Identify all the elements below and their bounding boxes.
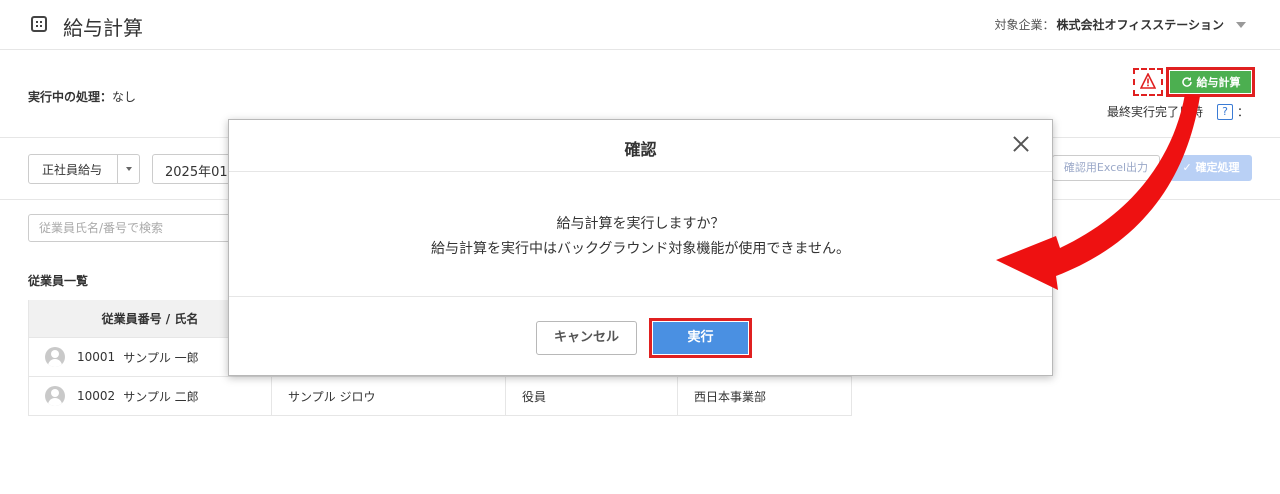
employee-name: サンプル 二郎 [123, 389, 199, 404]
employee-cell: 10002 サンプル 二郎 [28, 377, 271, 415]
employee-number: 10002 [77, 389, 116, 403]
company-selector[interactable]: 対象企業： 株式会社オフィスステーション [994, 16, 1246, 33]
employment-type-value: 正社員給与 [42, 162, 103, 177]
dialog-message-line2: 給与計算を実行中はバックグラウンド対象機能が使用できません。 [430, 241, 851, 257]
chevron-down-icon [1236, 21, 1246, 28]
employee-number: 10001 [77, 350, 116, 364]
last-run-colon: ： [1237, 105, 1250, 119]
divider [229, 296, 1052, 297]
employee-name: サンプル 一郎 [123, 350, 199, 365]
running-process-status: 実行中の処理：なし [28, 88, 136, 105]
employee-list-title: 従業員一覧 [28, 274, 89, 288]
page: 給与計算 対象企業： 株式会社オフィスステーション 実行中の処理：なし 給与計算… [0, 0, 1280, 494]
chevron-down-icon [117, 155, 139, 183]
dialog-title: 確認 [624, 140, 657, 159]
company-name: 株式会社オフィスステーション [1056, 18, 1224, 32]
dialog-message: 給与計算を実行しますか？ 給与計算を実行中はバックグラウンド対象機能が使用できま… [229, 212, 1052, 262]
confirm-dialog: 確認 給与計算を実行しますか？ 給与計算を実行中はバックグラウンド対象機能が使用… [228, 119, 1053, 376]
annotation-arrow [996, 94, 1200, 290]
avatar-icon [45, 347, 65, 367]
running-process-value: なし [112, 90, 137, 104]
page-title: 給与計算 [63, 16, 143, 40]
help-icon[interactable]: ? [1217, 103, 1234, 120]
cancel-button[interactable]: キャンセル [536, 321, 637, 355]
payroll-calc-label: 給与計算 [1196, 76, 1241, 89]
dialog-message-line1: 給与計算を実行しますか？ [556, 216, 725, 232]
page-header: 給与計算 対象企業： 株式会社オフィスステーション [0, 0, 1280, 50]
kana-cell: サンプル ジロウ [271, 377, 505, 415]
execute-button[interactable]: 実行 [653, 322, 748, 354]
department-cell: 西日本事業部 [677, 377, 852, 415]
position-cell: 役員 [505, 377, 677, 415]
divider [229, 171, 1052, 172]
running-process-label: 実行中の処理： [28, 90, 113, 104]
avatar-icon [45, 386, 65, 406]
employment-type-select[interactable]: 正社員給与 [28, 154, 140, 184]
warning-icon [1140, 73, 1156, 89]
company-label: 対象企業： [994, 18, 1055, 32]
employee-search-input[interactable] [28, 214, 238, 242]
table-row[interactable]: 10002 サンプル 二郎 サンプル ジロウ 役員 西日本事業部 [28, 377, 852, 416]
refresh-icon [1181, 77, 1192, 87]
calculator-icon [31, 16, 47, 32]
execute-highlight: 実行 [649, 318, 752, 358]
